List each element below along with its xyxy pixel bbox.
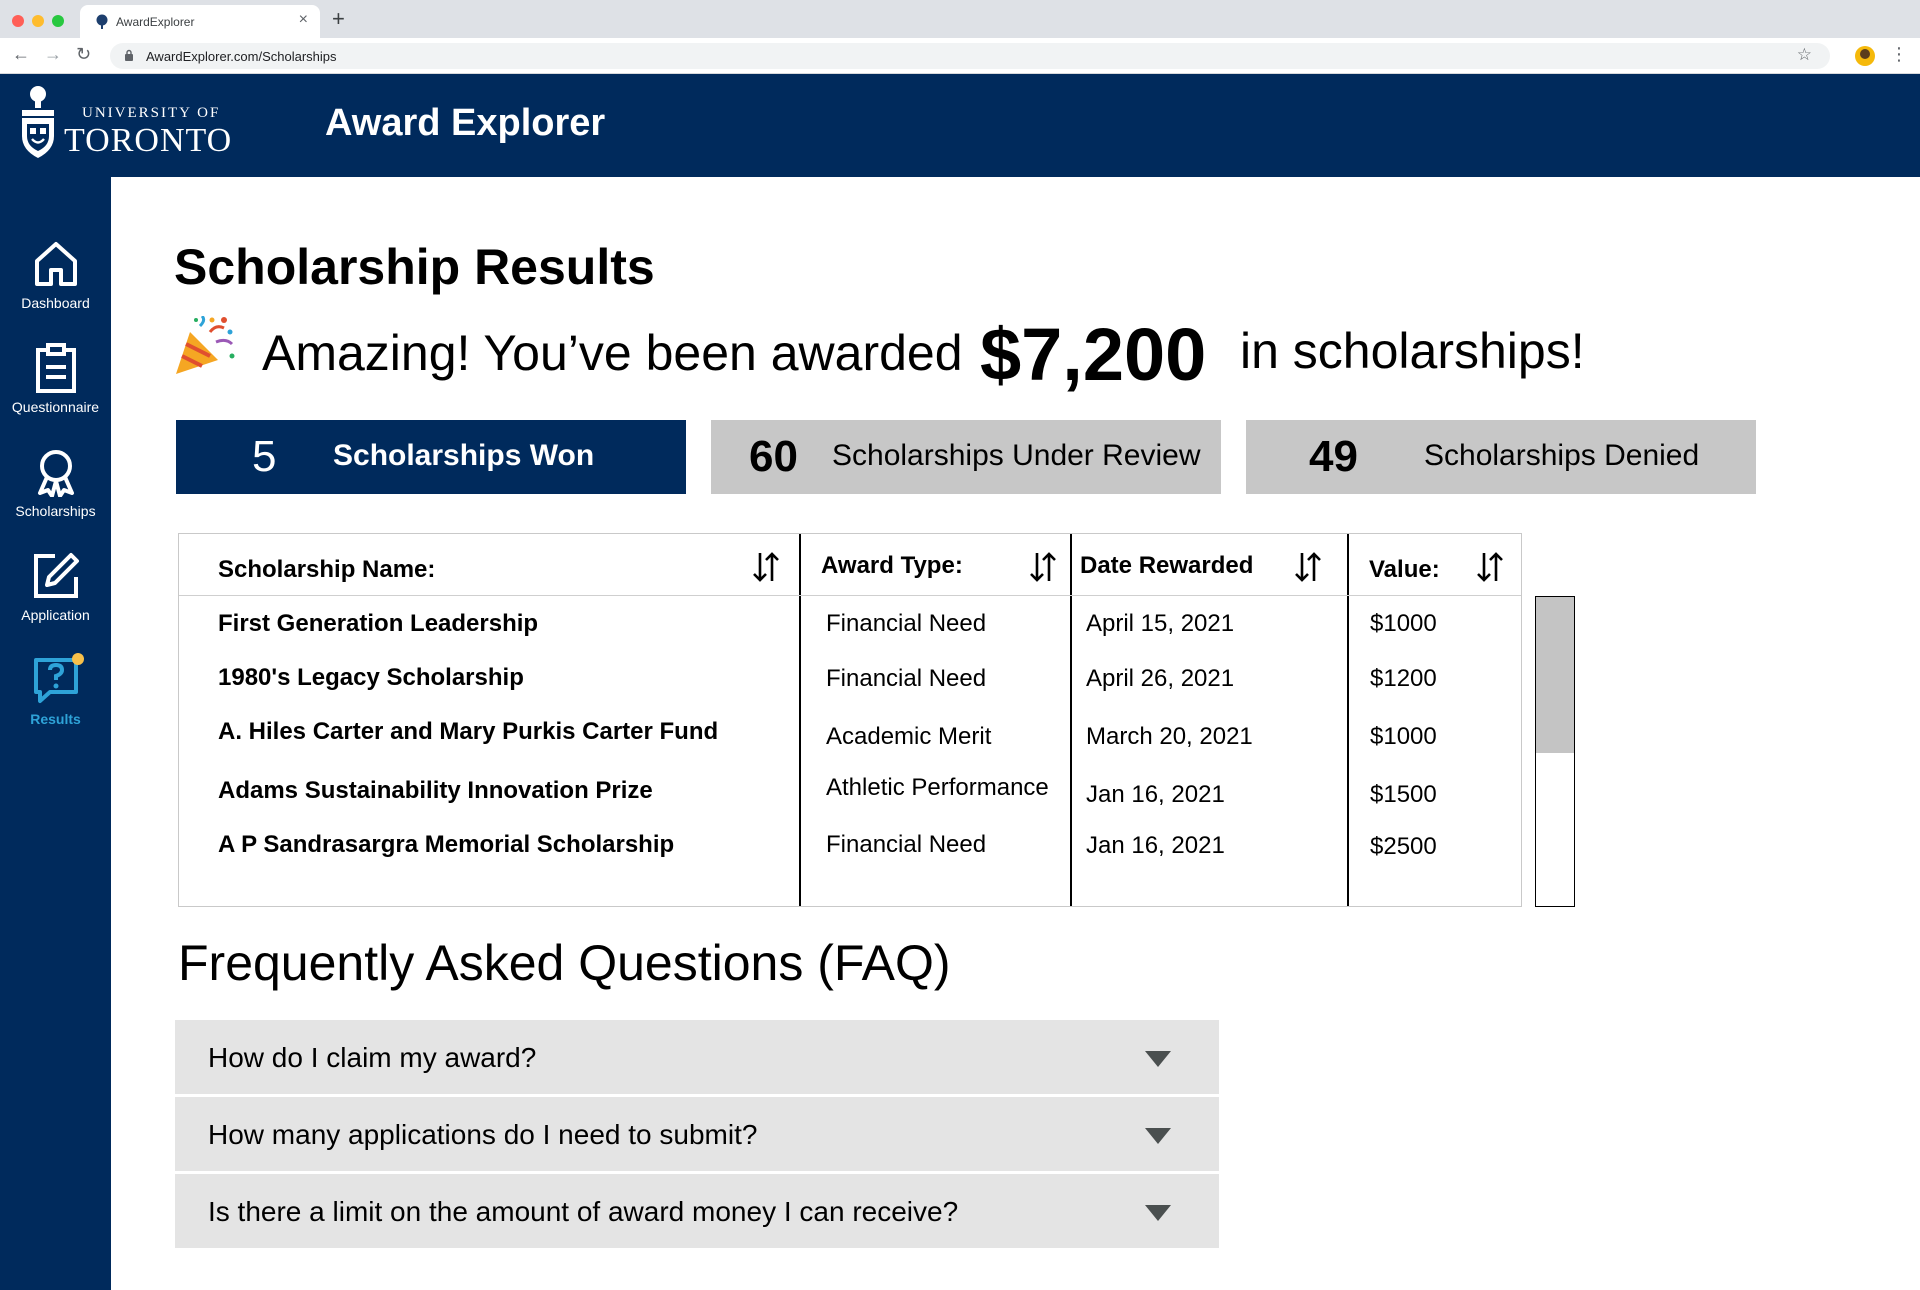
clipboard-icon xyxy=(35,343,76,393)
caret-down-icon xyxy=(1145,1205,1171,1221)
url-text: AwardExplorer.com/Scholarships xyxy=(146,49,337,64)
cell-date: April 15, 2021 xyxy=(1086,610,1235,637)
faq-title: Frequently Asked Questions (FAQ) xyxy=(178,935,951,991)
award-ribbon-icon xyxy=(37,450,74,497)
tab-title: AwardExplorer xyxy=(116,15,195,29)
header-divider xyxy=(179,595,1521,596)
window-close-button[interactable] xyxy=(12,15,24,27)
page-title: Scholarship Results xyxy=(174,239,655,295)
stat-label: Scholarships Under Review xyxy=(832,439,1201,472)
sidebar-item-label: Scholarships xyxy=(15,503,96,519)
browser-menu-icon[interactable]: ⋮ xyxy=(1890,44,1908,65)
browser-tab[interactable]: AwardExplorer × xyxy=(80,5,320,38)
new-tab-button[interactable]: + xyxy=(332,6,345,32)
faq-question: How many applications do I need to submi… xyxy=(208,1119,758,1150)
scrollbar-thumb[interactable] xyxy=(1536,597,1574,753)
cell-award-type: Academic Merit xyxy=(826,723,992,750)
bookmark-star-icon[interactable]: ☆ xyxy=(1797,45,1812,65)
cell-award-type: Financial Need xyxy=(826,610,987,637)
award-message-suffix: in scholarships! xyxy=(1240,323,1585,379)
faq-item[interactable]: Is there a limit on the amount of award … xyxy=(175,1174,1219,1248)
sidebar-item-label: Questionnaire xyxy=(11,399,100,415)
table-scrollbar[interactable] xyxy=(1535,596,1575,907)
browser-toolbar: ← → ↻ AwardExplorer.com/Scholarships ☆ ⋮ xyxy=(0,38,1920,74)
cell-award-type: Athletic Performance xyxy=(826,774,1049,801)
scholarship-table: Scholarship Name: Award Type: Date Rewar… xyxy=(178,533,1522,907)
app-header: UNIVERSITY OF TORONTO Award Explorer xyxy=(0,74,1920,177)
cell-award-type: Financial Need xyxy=(826,831,987,858)
stat-card-won[interactable]: 5 Scholarships Won xyxy=(176,420,686,494)
column-header-date: Date Rewarded xyxy=(1080,552,1254,579)
stat-count: 5 xyxy=(252,432,277,481)
sort-arrows-icon[interactable] xyxy=(1476,551,1504,583)
profile-avatar[interactable] xyxy=(1855,46,1875,66)
cell-value: $1500 xyxy=(1370,781,1437,808)
stat-label: Scholarships Denied xyxy=(1424,439,1700,472)
reload-icon[interactable]: ↻ xyxy=(76,44,91,65)
address-bar[interactable]: AwardExplorer.com/Scholarships ☆ xyxy=(110,43,1830,69)
cell-date: Jan 16, 2021 xyxy=(1086,832,1225,859)
lock-icon xyxy=(125,49,133,61)
cell-date: Jan 16, 2021 xyxy=(1086,781,1225,808)
edit-icon xyxy=(33,553,79,598)
cell-scholarship-name[interactable]: A P Sandrasargra Memorial Scholarship xyxy=(218,831,674,859)
back-arrow-icon[interactable]: ← xyxy=(12,44,30,65)
column-divider xyxy=(799,534,801,906)
faq-item[interactable]: How many applications do I need to submi… xyxy=(175,1097,1219,1171)
sidebar-item-questionnaire[interactable]: Questionnaire xyxy=(0,343,111,443)
sort-arrows-icon[interactable] xyxy=(1294,551,1322,583)
cell-award-type: Financial Need xyxy=(826,665,987,692)
university-name-line2: TORONTO xyxy=(64,122,233,159)
sidebar-item-dashboard[interactable]: Dashboard xyxy=(0,239,111,339)
column-header-name: Scholarship Name: xyxy=(218,556,436,583)
cell-value: $1200 xyxy=(1370,665,1437,692)
sidebar-item-application[interactable]: Application xyxy=(0,551,111,651)
caret-down-icon xyxy=(1145,1051,1171,1067)
sidebar-item-scholarships[interactable]: Scholarships xyxy=(0,447,111,547)
stat-label: Scholarships Won xyxy=(333,439,595,472)
sort-arrows-icon[interactable] xyxy=(752,551,780,583)
forward-arrow-icon[interactable]: → xyxy=(44,44,62,65)
stat-count: 60 xyxy=(749,432,798,481)
column-divider xyxy=(1070,534,1072,906)
stat-card-under-review[interactable]: 60 Scholarships Under Review xyxy=(711,420,1221,494)
window-zoom-button[interactable] xyxy=(52,15,64,27)
column-header-value: Value: xyxy=(1369,556,1440,583)
award-message: Amazing! You’ve been awarded xyxy=(262,325,963,381)
caret-down-icon xyxy=(1145,1128,1171,1144)
notification-dot xyxy=(72,653,84,665)
faq-question: How do I claim my award? xyxy=(208,1042,537,1073)
faq-question: Is there a limit on the amount of award … xyxy=(208,1196,959,1227)
sidebar-item-label: Results xyxy=(30,711,81,727)
faq-item[interactable]: How do I claim my award? xyxy=(175,1020,1219,1094)
cell-value: $1000 xyxy=(1370,723,1437,750)
university-crest-logo xyxy=(22,86,54,158)
cell-value: $2500 xyxy=(1370,833,1437,860)
column-header-type: Award Type: xyxy=(821,552,963,579)
party-popper-icon xyxy=(176,316,235,374)
stat-count: 49 xyxy=(1309,432,1358,481)
stat-card-denied[interactable]: 49 Scholarships Denied xyxy=(1246,420,1756,494)
cell-scholarship-name[interactable]: 1980's Legacy Scholarship xyxy=(218,664,524,692)
sidebar-item-results[interactable]: Results xyxy=(0,653,111,755)
app-title: Award Explorer xyxy=(325,102,606,144)
window-minimize-button[interactable] xyxy=(32,15,44,27)
sidebar-nav: Dashboard Questionnaire Scholarships App… xyxy=(0,177,111,1290)
cell-date: March 20, 2021 xyxy=(1086,723,1253,750)
sort-arrows-icon[interactable] xyxy=(1029,551,1057,583)
cell-date: April 26, 2021 xyxy=(1086,665,1235,692)
column-divider xyxy=(1347,534,1349,906)
tree-favicon-icon xyxy=(96,14,108,29)
cell-scholarship-name[interactable]: A. Hiles Carter and Mary Purkis Carter F… xyxy=(218,718,718,746)
cell-scholarship-name[interactable]: First Generation Leadership xyxy=(218,610,538,638)
cell-value: $1000 xyxy=(1370,610,1437,637)
tab-close-icon[interactable]: × xyxy=(299,11,308,29)
sidebar-item-label: Dashboard xyxy=(21,295,90,311)
award-total-amount: $7,200 xyxy=(980,313,1207,396)
browser-tab-strip: AwardExplorer × + xyxy=(0,0,1920,38)
sidebar-item-label: Application xyxy=(21,607,90,623)
home-icon xyxy=(34,242,77,286)
cell-scholarship-name[interactable]: Adams Sustainability Innovation Prize xyxy=(218,777,653,805)
university-name-line1: UNIVERSITY OF xyxy=(82,105,221,121)
